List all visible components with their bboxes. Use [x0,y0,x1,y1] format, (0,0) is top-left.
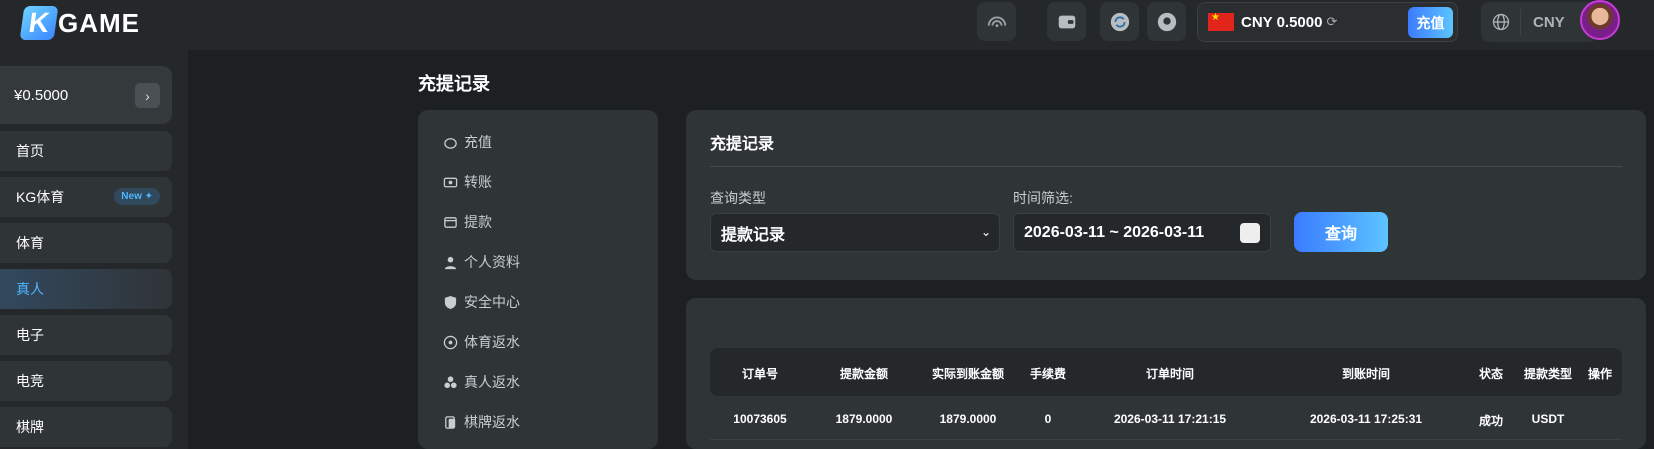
column-header: 状态 [1478,367,1504,381]
menu-item-profile[interactable]: 个人资料 [443,252,520,272]
china-flag-icon [1208,12,1234,31]
shield-icon [444,295,457,309]
wallet-button[interactable] [1047,2,1086,41]
deposit-button[interactable]: 充值 [1408,7,1453,38]
sidebar-item-card-games[interactable]: 棋牌 [0,407,172,447]
menu-item-deposit[interactable]: 充值 [443,132,492,152]
filter-panel: 充提记录 查询类型 时间筛选: 提款记录 ⌄ 2026-03-11 ~ 2026… [686,110,1646,280]
menu-item-label: 体育返水 [464,334,520,350]
sidebar-item-esports[interactable]: 电竞 [0,361,172,401]
balance-amount: CNY 0.5000 [1241,13,1323,31]
column-header: 订单时间 [1145,367,1195,381]
logo-text: GAME [58,7,140,38]
sidebar: ¥0.5000 › 首页 KG体育 New ✦ 体育 真人 电子 电竞 棋牌 [0,50,188,449]
panel-title: 充提记录 [710,136,775,153]
table-header: 订单号 提款金额 实际到账金额 手续费 订单时间 到账时间 状态 提款类型 操作 [710,348,1622,396]
table-cell: 成功 [1478,414,1504,428]
sidebar-item-label: 电子 [16,327,44,343]
transfer-icon [443,177,458,187]
sidebar-balance-amount: ¥0.5000 [14,86,69,104]
column-header: 手续费 [1029,367,1067,381]
query-type-label: 查询类型 [710,190,766,206]
balance-widget: CNY 0.5000 ⟳ 充值 [1197,2,1458,42]
chevron-down-icon: ⌄ [980,225,991,239]
table-row: 10073605 1879.0000 1879.0000 0 2026-03-1… [710,396,1622,440]
sidebar-item-kg-sports[interactable]: KG体育 New ✦ [0,177,172,217]
table-cell: 1879.0000 [939,412,997,426]
avatar[interactable] [1580,0,1620,40]
column-header: 订单号 [741,367,779,381]
currency-label: CNY [1533,13,1565,31]
menu-item-withdraw[interactable]: 提款 [443,212,492,232]
table-cell: 10073605 [733,412,787,426]
sidebar-item-label: 真人 [16,281,44,297]
menu-item-label: 棋牌返水 [464,414,520,430]
table-cell: 2026-03-11 17:25:31 [1309,412,1423,426]
column-header: 实际到账金额 [931,367,1005,381]
top-bar: K GAME CNY 0.5000 ⟳ 充值 CNY [0,0,1654,50]
account-menu: 充值 转账 提款 个人资料 安全中心 体育返水 真人返水 棋牌返水 [418,110,658,449]
column-header: 到账时间 [1341,367,1391,381]
menu-item-label: 真人返水 [464,374,520,390]
menu-item-label: 安全中心 [464,294,520,310]
menu-item-sports-rebate[interactable]: 体育返水 [443,332,520,352]
logo-k: K [19,6,59,40]
query-type-value: 提款记录 [721,226,786,244]
support-icon [1157,12,1176,31]
speed-test-button[interactable] [977,2,1016,41]
new-badge: New ✦ [114,188,160,205]
sidebar-item-label: 体育 [16,235,44,251]
refresh-button[interactable] [1100,2,1139,41]
menu-item-security[interactable]: 安全中心 [443,292,520,312]
sidebar-balance: ¥0.5000 › [0,66,172,124]
query-button[interactable]: 查询 [1294,212,1388,252]
sidebar-item-label: KG体育 [16,189,65,205]
calendar-icon[interactable] [1240,223,1260,243]
sidebar-item-home[interactable]: 首页 [0,131,172,171]
query-type-select[interactable]: 提款记录 ⌄ [710,213,1000,252]
signal-icon [987,16,1006,27]
sidebar-item-label: 棋牌 [16,419,44,435]
table-cell: 2026-03-11 17:21:15 [1113,412,1227,426]
menu-item-cards-rebate[interactable]: 棋牌返水 [443,412,520,432]
sidebar-item-label: 首页 [16,143,44,159]
kgame-logo[interactable]: K GAME [19,5,140,41]
menu-item-label: 提款 [464,214,492,230]
menu-item-transfer[interactable]: 转账 [443,172,492,192]
divider [710,166,1622,167]
sidebar-item-live-casino[interactable]: 真人 [0,269,172,309]
piggy-bank-icon [444,137,457,149]
date-range-value: 2026-03-11 ~ 2026-03-11 [1024,223,1205,241]
chips-icon [444,375,457,388]
menu-item-label: 充值 [464,134,492,150]
refresh-balance-icon[interactable]: ⟳ [1326,14,1337,30]
column-header: 提款金额 [839,367,889,381]
records-table-panel: 订单号 提款金额 实际到账金额 手续费 订单时间 到账时间 状态 提款类型 操作… [686,298,1646,449]
sidebar-item-label: 电竞 [16,373,44,389]
cards-icon [445,415,456,429]
menu-item-label: 转账 [464,174,492,190]
time-filter-label: 时间筛选: [1013,190,1073,206]
table-cell: USDT [1531,412,1565,426]
wallet-icon [1058,15,1075,28]
withdraw-icon [444,216,457,228]
date-range-input[interactable]: 2026-03-11 ~ 2026-03-11 [1013,213,1271,252]
page-title: 充提记录 [418,74,490,94]
menu-item-label: 个人资料 [464,254,520,270]
user-icon [444,256,457,269]
column-header: 操作 [1587,367,1613,381]
refresh-icon [1110,12,1129,31]
chevron-right-icon[interactable]: › [135,83,160,108]
sidebar-item-slots[interactable]: 电子 [0,315,172,355]
support-button[interactable] [1147,2,1186,41]
table-cell: 0 [1044,412,1052,426]
menu-item-live-rebate[interactable]: 真人返水 [443,372,520,392]
soccer-ball-icon [443,335,458,349]
sidebar-item-sports[interactable]: 体育 [0,223,172,263]
column-header: 提款类型 [1523,367,1573,381]
globe-icon [1481,9,1521,35]
table-cell: 1879.0000 [835,412,893,426]
